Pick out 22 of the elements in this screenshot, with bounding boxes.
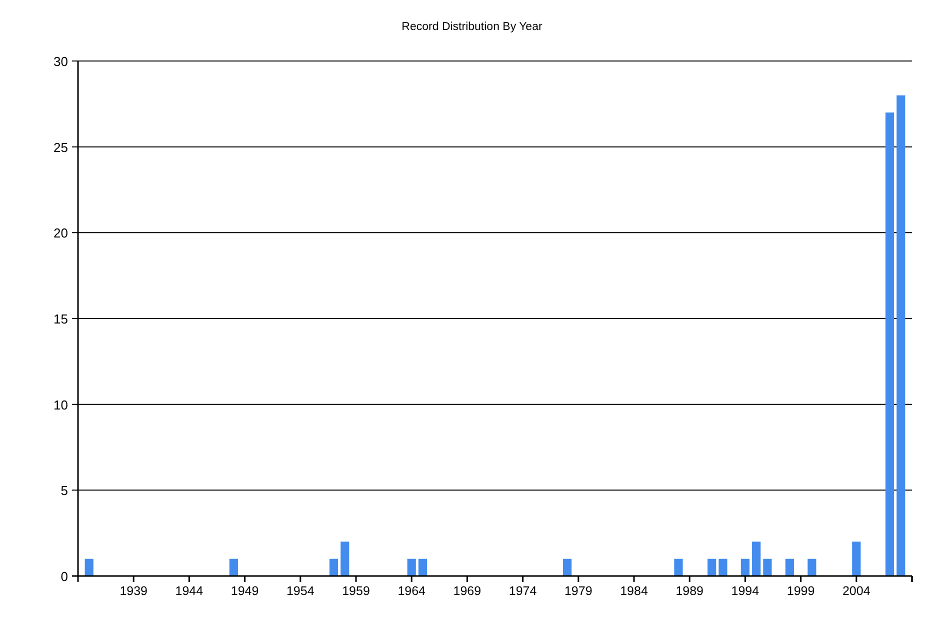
x-tick-label: 1944 [175,584,204,598]
y-tick-label: 30 [54,54,68,69]
x-tick-label: 1979 [564,584,592,598]
y-tick-label: 10 [54,397,68,412]
x-tick-label: 1964 [398,584,426,598]
x-tick-label: 1969 [453,584,482,598]
y-tick-label: 20 [54,226,68,241]
x-tick-label: 1984 [620,584,648,598]
x-tick-label: 2004 [842,584,870,598]
x-tick-label: 1954 [286,584,314,598]
x-tick-label: 1999 [786,584,815,598]
x-tick-label: 1949 [230,584,259,598]
y-tick-label: 5 [60,483,68,498]
y-tick-label: 25 [54,140,68,155]
x-tick-label: 1994 [731,584,760,598]
x-tick-label: 1989 [676,584,704,598]
y-tick-label: 15 [54,312,68,326]
x-tick-label: 1959 [342,584,370,598]
x-tick-label: 1939 [120,584,148,598]
chart-title: Record Distribution By Year [402,21,542,33]
y-tick-label: 0 [60,569,68,584]
x-tick-label: 1974 [508,584,537,598]
